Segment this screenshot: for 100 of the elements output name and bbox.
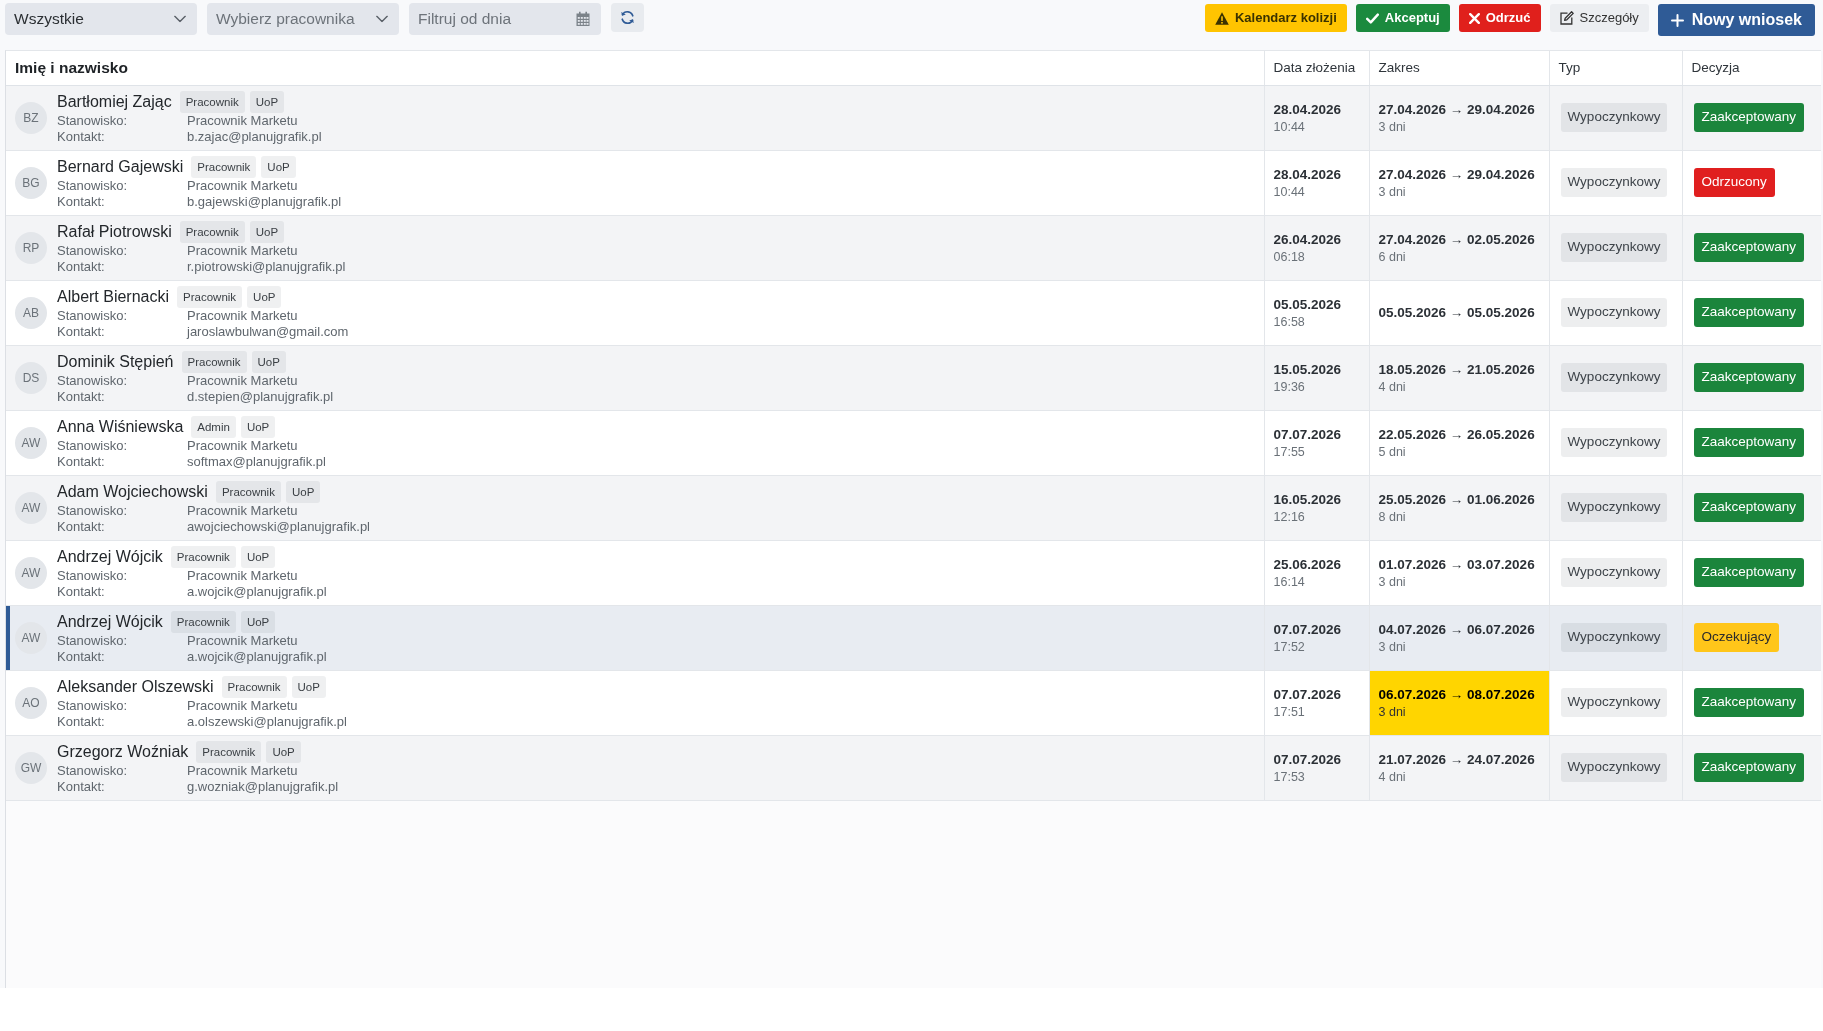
email-text: r.piotrowski@planujgrafik.pl (187, 258, 346, 275)
role-tag: Pracownik (191, 155, 257, 178)
select-field[interactable]: Wszystkie (5, 3, 197, 35)
role-tag: UoP (261, 155, 296, 178)
date-filter-field[interactable]: Filtruj od dnia (409, 3, 601, 35)
submission-time: 16:58 (1273, 313, 1306, 330)
collision-calendar-button[interactable]: Kalendarz kolizji (1204, 4, 1347, 32)
avatar: AW (15, 426, 47, 459)
submission-time: 16:14 (1273, 573, 1306, 590)
decision-status-tag: Zaakceptowany (1693, 428, 1805, 457)
employee-name: Andrzej Wójcik (57, 611, 163, 632)
avatar: AW (15, 491, 47, 524)
day-count: 5 dni (1378, 443, 1406, 460)
role-tag: UoP (251, 350, 286, 373)
field-label: Kontakt: (57, 778, 106, 795)
employee-name: Bartłomiej Zając (57, 91, 172, 112)
avatar: AW (15, 621, 47, 654)
role-tag: Pracownik (181, 350, 247, 373)
field-value: Pracownik Marketu (187, 632, 299, 649)
close-icon (1468, 12, 1480, 24)
email-text: d.stepien@planujgrafik.pl (187, 388, 334, 405)
edit-icon (1559, 11, 1574, 25)
leave-type-tag: Wypoczynkowy (1560, 298, 1668, 327)
field-value: Pracownik Marketu (187, 762, 299, 779)
reject-button[interactable]: Odrzuć (1458, 4, 1541, 32)
email-text: a.wojcik@planujgrafik.pl (187, 648, 327, 665)
submission-time: 12:16 (1273, 508, 1306, 525)
date-range: 05.05.2026 → 05.05.2026 (1378, 303, 1535, 322)
avatar: AB (15, 296, 47, 329)
field-value: Pracownik Marketu (187, 502, 299, 519)
date-range: 18.05.2026 → 21.05.2026 (1378, 360, 1535, 379)
submission-date: 07.07.2026 (1273, 685, 1343, 704)
date-range: 27.04.2026 → 29.04.2026 (1378, 165, 1535, 184)
email-text: a.wojcik@planujgrafik.pl (187, 583, 327, 600)
date-range: 06.07.2026 → 08.07.2026 (1378, 685, 1535, 704)
day-count: 4 dni (1378, 378, 1406, 395)
role-tag: UoP (240, 545, 276, 568)
day-count: 4 dni (1378, 768, 1406, 785)
decision-status-tag: Zaakceptowany (1693, 558, 1805, 587)
field-label: Kontakt: (57, 518, 106, 535)
leave-type-tag: Wypoczynkowy (1560, 103, 1668, 132)
check-icon (1365, 12, 1379, 24)
field-value: Pracownik Marketu (187, 307, 299, 324)
leave-type-tag: Wypoczynkowy (1560, 168, 1668, 197)
avatar: RP (15, 231, 47, 264)
leave-type-tag: Wypoczynkowy (1560, 493, 1668, 522)
date-range: 04.07.2026 → 06.07.2026 (1378, 620, 1535, 639)
leave-type-tag: Wypoczynkowy (1560, 428, 1668, 457)
column-header: Zakres (1369, 51, 1549, 85)
email-text: awojciechowski@planujgrafik.pl (187, 518, 370, 535)
column-header: Typ (1549, 51, 1682, 85)
avatar: BZ (15, 101, 47, 134)
submission-time: 19:36 (1273, 378, 1306, 395)
date-range: 01.07.2026 → 03.07.2026 (1378, 555, 1535, 574)
date-range: 27.04.2026 → 29.04.2026 (1378, 100, 1535, 119)
submission-time: 10:44 (1273, 118, 1306, 135)
submission-time: 06:18 (1273, 248, 1306, 265)
email-text: a.olszewski@planujgrafik.pl (187, 713, 347, 730)
date-range: 22.05.2026 → 26.05.2026 (1378, 425, 1535, 444)
role-tag: Pracownik (221, 675, 287, 698)
leave-type-tag: Wypoczynkowy (1560, 753, 1668, 782)
field-label: Stanowisko: (57, 567, 129, 584)
role-tag: UoP (266, 740, 301, 763)
role-tag: UoP (285, 480, 321, 503)
field-label: Stanowisko: (57, 697, 129, 714)
role-tag: UoP (249, 90, 285, 113)
avatar: GW (15, 751, 47, 784)
field-label: Stanowisko: (57, 437, 129, 454)
details-button[interactable]: Szczegóły (1549, 4, 1649, 32)
field-label: Stanowisko: (57, 307, 129, 324)
day-count: 3 dni (1378, 703, 1406, 720)
email-text: b.zajac@planujgrafik.pl (187, 128, 322, 145)
role-tag: Pracownik (170, 610, 236, 633)
field-value: Pracownik Marketu (187, 372, 299, 389)
refresh-button[interactable] (611, 3, 644, 32)
new-request-button[interactable]: Nowy wniosek (1657, 4, 1815, 36)
role-tag: Pracownik (215, 480, 281, 503)
employee-name: Dominik Stępień (57, 351, 174, 372)
avatar: AW (15, 556, 47, 589)
submission-date: 07.07.2026 (1273, 620, 1343, 639)
day-count: 6 dni (1378, 248, 1406, 265)
decision-status-tag: Zaakceptowany (1693, 363, 1805, 392)
employee-name: Aleksander Olszewski (57, 676, 214, 697)
field-value: Pracownik Marketu (187, 697, 299, 714)
submission-time: 17:53 (1273, 768, 1306, 785)
submission-date: 28.04.2026 (1273, 165, 1343, 184)
decision-status-tag: Odrzucony (1693, 168, 1775, 197)
email-text: b.gajewski@planujgrafik.pl (187, 193, 342, 210)
accept-button[interactable]: Akceptuj (1355, 4, 1450, 32)
decision-status-tag: Zaakceptowany (1693, 753, 1805, 782)
field-label: Kontakt: (57, 323, 106, 340)
avatar: DS (15, 361, 47, 394)
role-tag: UoP (240, 415, 276, 438)
submission-date: 26.04.2026 (1273, 230, 1343, 249)
refresh-icon (620, 10, 635, 25)
field-value: Pracownik Marketu (187, 112, 299, 129)
submission-date: 07.07.2026 (1273, 425, 1343, 444)
date-range: 25.05.2026 → 01.06.2026 (1378, 490, 1535, 509)
select-field[interactable]: Wybierz pracownika (207, 3, 399, 35)
role-tag: Pracownik (179, 90, 245, 113)
